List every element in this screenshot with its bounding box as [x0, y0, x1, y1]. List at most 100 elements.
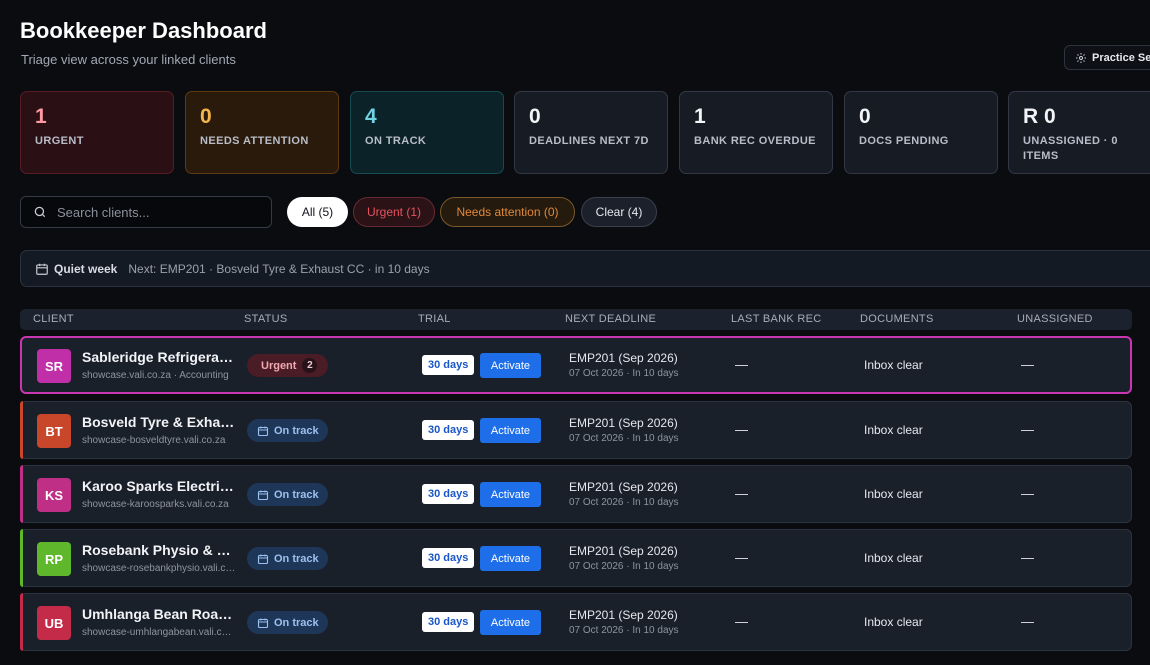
documents-status: Inbox clear [864, 358, 923, 372]
stat-label: DEADLINES NEXT 7D [529, 135, 649, 147]
deadline-date: 07 Oct 2026 · In 10 days [569, 497, 679, 508]
table-row[interactable]: SR Sableridge Refrigeration showcase.val… [20, 336, 1132, 394]
last-bank-rec: — [735, 614, 748, 629]
search-input[interactable] [57, 204, 257, 220]
page-subtitle: Triage view across your linked clients [21, 52, 236, 67]
deadline-date: 07 Oct 2026 · In 10 days [569, 561, 679, 572]
stat-card-deadlines[interactable]: 0 DEADLINES NEXT 7D [514, 91, 668, 174]
avatar: KS [37, 478, 71, 512]
status-badge: On track [247, 483, 328, 506]
table-header: CLIENT STATUS TRIAL NEXT DEADLINE LAST B… [20, 309, 1132, 330]
last-bank-rec: — [735, 486, 748, 501]
search-box [20, 196, 272, 228]
table-row[interactable]: RP Rosebank Physio & Rehab showcase-rose… [20, 529, 1132, 587]
client-name[interactable]: Umhlanga Bean Roasters [82, 606, 237, 622]
filter-urgent-button[interactable]: Urgent (1) [353, 197, 435, 227]
status-badge: Urgent 2 [247, 354, 328, 377]
deadline-date: 07 Oct 2026 · In 10 days [569, 625, 679, 636]
stat-card-docs-pending[interactable]: 0 DOCS PENDING [844, 91, 998, 174]
status-label: On track [274, 424, 319, 437]
status-count: 2 [302, 358, 318, 373]
column-header-last-bank-rec[interactable]: LAST BANK REC [731, 313, 822, 325]
column-header-next-deadline[interactable]: NEXT DEADLINE [565, 313, 656, 325]
column-header-unassigned[interactable]: UNASSIGNED [1017, 313, 1093, 325]
stat-label: UNASSIGNED · 0 ITEMS [1023, 135, 1118, 162]
stat-value: 0 [200, 105, 212, 128]
activate-button[interactable]: Activate [480, 482, 541, 507]
stat-label: ON TRACK [365, 135, 427, 147]
documents-status: Inbox clear [864, 487, 923, 501]
client-subdomain: showcase.vali.co.za · Accounting [82, 370, 229, 381]
client-subdomain: showcase-umhlangabean.vali.co.za [82, 627, 237, 638]
unassigned-value: — [1021, 550, 1034, 565]
status-label: On track [274, 488, 319, 501]
status-label: Urgent [261, 359, 297, 372]
practice-settings-button[interactable]: Practice Settings [1064, 45, 1150, 70]
client-subdomain: showcase-rosebankphysio.vali.co.za [82, 563, 237, 574]
stat-label: URGENT [35, 135, 84, 147]
documents-status: Inbox clear [864, 551, 923, 565]
row-accent [20, 529, 23, 587]
status-badge: On track [247, 419, 328, 442]
filter-clear-button[interactable]: Clear (4) [581, 197, 657, 227]
column-header-trial[interactable]: TRIAL [418, 313, 451, 325]
stat-card-unassigned[interactable]: R 0 UNASSIGNED · 0 ITEMS [1008, 91, 1150, 174]
stat-card-needs-attention[interactable]: 0 NEEDS ATTENTION [185, 91, 339, 174]
row-accent [20, 593, 23, 651]
stat-value: 0 [529, 105, 541, 128]
stat-value: R 0 [1023, 105, 1056, 128]
last-bank-rec: — [735, 550, 748, 565]
table-row[interactable]: KS Karoo Sparks Electrical showcase-karo… [20, 465, 1132, 523]
calendar-icon [257, 554, 269, 564]
column-header-client[interactable]: CLIENT [33, 313, 74, 325]
unassigned-value: — [1021, 614, 1034, 629]
deadline-name: EMP201 (Sep 2026) [569, 351, 678, 365]
filter-needs-attention-button[interactable]: Needs attention (0) [440, 197, 575, 227]
activate-button[interactable]: Activate [480, 546, 541, 571]
unassigned-value: — [1021, 486, 1034, 501]
stat-value: 4 [365, 105, 377, 128]
trial-badge: 30 days [422, 548, 475, 568]
quiet-week-label: Quiet week [54, 261, 118, 276]
stat-value: 1 [694, 105, 706, 128]
row-accent [20, 465, 23, 523]
trial-badge: 30 days [422, 484, 475, 504]
stat-card-on-track[interactable]: 4 ON TRACK [350, 91, 504, 174]
client-name[interactable]: Bosveld Tyre & Exhaust CC [82, 414, 237, 430]
unassigned-value: — [1021, 422, 1034, 437]
deadline-name: EMP201 (Sep 2026) [569, 480, 678, 494]
documents-status: Inbox clear [864, 615, 923, 629]
table-row[interactable]: BT Bosveld Tyre & Exhaust CC showcase-bo… [20, 401, 1132, 459]
stat-value: 0 [859, 105, 871, 128]
status-badge: On track [247, 547, 328, 570]
activate-button[interactable]: Activate [480, 353, 541, 378]
quiet-week-text: Next: EMP201 · Bosveld Tyre & Exhaust CC… [128, 261, 430, 276]
client-subdomain: showcase-bosveldtyre.vali.co.za [82, 435, 226, 446]
client-name[interactable]: Karoo Sparks Electrical [82, 478, 237, 494]
stat-label: NEEDS ATTENTION [200, 135, 309, 147]
column-header-documents[interactable]: DOCUMENTS [860, 313, 934, 325]
status-label: On track [274, 552, 319, 565]
documents-status: Inbox clear [864, 423, 923, 437]
activate-button[interactable]: Activate [480, 610, 541, 635]
stat-card-urgent[interactable]: 1 URGENT [20, 91, 174, 174]
avatar: UB [37, 606, 71, 640]
search-icon [34, 206, 46, 218]
last-bank-rec: — [735, 422, 748, 437]
filter-all-button[interactable]: All (5) [287, 197, 348, 227]
column-header-status[interactable]: STATUS [244, 313, 288, 325]
calendar-icon [257, 426, 269, 436]
stat-card-bank-rec[interactable]: 1 BANK REC OVERDUE [679, 91, 833, 174]
deadline-name: EMP201 (Sep 2026) [569, 544, 678, 558]
status-label: On track [274, 616, 319, 629]
avatar: BT [37, 414, 71, 448]
last-bank-rec: — [735, 357, 748, 372]
trial-badge: 30 days [422, 355, 475, 375]
client-name[interactable]: Rosebank Physio & Rehab [82, 542, 237, 558]
activate-button[interactable]: Activate [480, 418, 541, 443]
table-row[interactable]: UB Umhlanga Bean Roasters showcase-umhla… [20, 593, 1132, 651]
stat-label: BANK REC OVERDUE [694, 135, 816, 147]
deadline-name: EMP201 (Sep 2026) [569, 608, 678, 622]
avatar: SR [37, 349, 71, 383]
client-name[interactable]: Sableridge Refrigeration [82, 349, 237, 365]
